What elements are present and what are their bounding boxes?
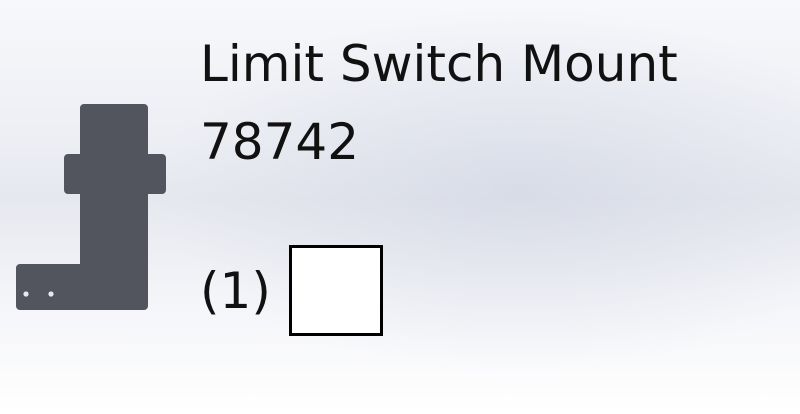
part-silhouette-icon bbox=[16, 104, 166, 310]
completion-checkbox[interactable] bbox=[289, 245, 383, 336]
part-title: Limit Switch Mount bbox=[200, 35, 678, 93]
part-number: 78742 bbox=[200, 113, 360, 171]
part-outline bbox=[16, 104, 166, 310]
quantity-label: (1) bbox=[200, 262, 271, 320]
part-image bbox=[14, 104, 168, 312]
mount-hole-right bbox=[48, 291, 54, 297]
mount-hole-left bbox=[23, 291, 29, 297]
